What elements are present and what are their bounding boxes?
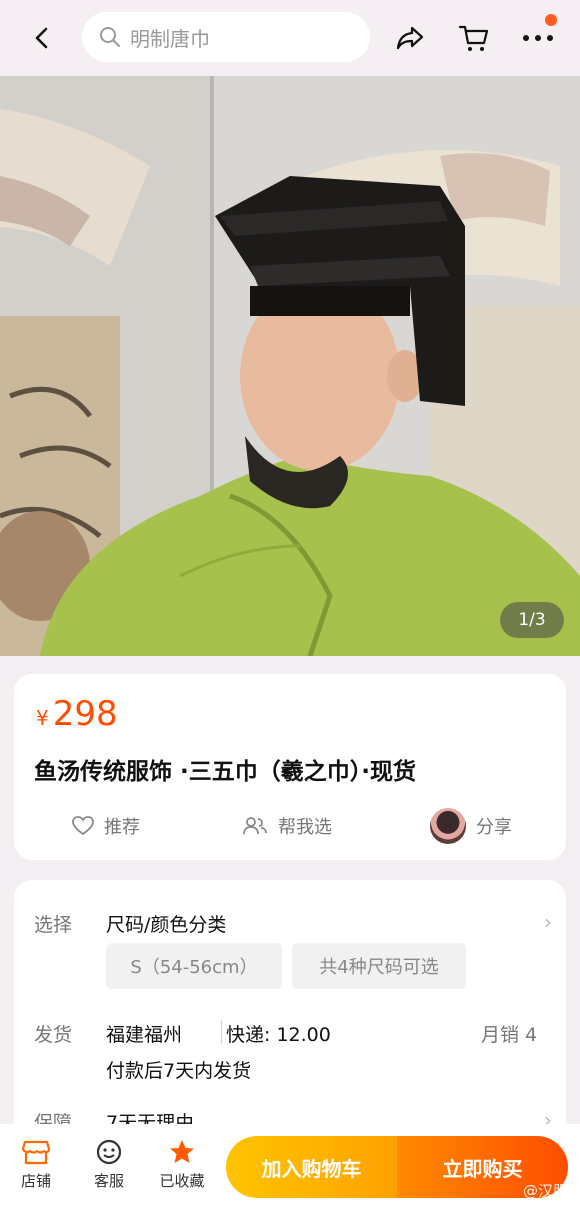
product-photo bbox=[0, 76, 580, 656]
add-to-cart-button[interactable]: 加入购物车 bbox=[226, 1136, 397, 1198]
purchase-buttons: 加入购物车 立即购买 bbox=[226, 1136, 568, 1198]
help-choose-label: 帮我选 bbox=[278, 817, 332, 838]
ship-time: 付款后7天内发货 bbox=[106, 1060, 252, 1082]
express-fee: 快递: 12.00 bbox=[226, 1024, 331, 1046]
tab-favorited[interactable]: 已收藏 bbox=[152, 1138, 212, 1191]
tab-customer-service-label: 客服 bbox=[93, 1172, 124, 1190]
product-actions: 推荐 帮我选 分享 bbox=[14, 804, 566, 848]
cart-icon bbox=[458, 25, 489, 51]
watermark: @汉服 bbox=[522, 1182, 568, 1200]
share-label: 分享 bbox=[476, 817, 512, 838]
tab-customer-service[interactable]: 客服 bbox=[79, 1138, 139, 1191]
image-counter: 1/3 bbox=[500, 602, 564, 638]
notification-dot bbox=[545, 14, 557, 26]
star-icon bbox=[170, 1140, 194, 1163]
recommend-button[interactable]: 推荐 bbox=[72, 804, 140, 848]
monthly-sales: 月销 4 bbox=[481, 1024, 538, 1046]
cart-button[interactable] bbox=[454, 18, 494, 58]
people-icon bbox=[243, 817, 267, 835]
share-product-button[interactable]: 分享 bbox=[430, 804, 512, 848]
recommend-label: 推荐 bbox=[104, 817, 140, 838]
back-button[interactable] bbox=[24, 20, 60, 56]
product-image[interactable]: 1/3 bbox=[0, 76, 580, 656]
share-button[interactable] bbox=[390, 18, 430, 58]
size-chip-s[interactable]: S（54-56cm） bbox=[106, 943, 282, 989]
options-card: 选择 尺码/颜色分类 › S（54-56cm） 共4种尺码可选 发货 福建福州 … bbox=[14, 880, 566, 1140]
size-count-chip[interactable]: 共4种尺码可选 bbox=[292, 943, 466, 989]
select-value[interactable]: 尺码/颜色分类 bbox=[106, 910, 226, 937]
bottom-bar: 店铺 客服 已收藏 加入购物车 立即购买 @汉服 bbox=[0, 1124, 580, 1211]
avatar bbox=[430, 808, 466, 844]
price-value: 298 bbox=[52, 694, 118, 734]
more-button[interactable] bbox=[516, 14, 560, 58]
select-label: 选择 bbox=[34, 914, 73, 936]
help-choose-button[interactable]: 帮我选 bbox=[242, 804, 332, 848]
divider bbox=[221, 1020, 222, 1044]
search-bar[interactable]: 明制唐巾 bbox=[82, 12, 370, 62]
product-title: 鱼汤传统服饰 ·三五巾（羲之巾）·现货 bbox=[34, 759, 416, 785]
tab-favorited-label: 已收藏 bbox=[159, 1172, 205, 1190]
currency-symbol: ¥ bbox=[36, 706, 49, 730]
more-dots-icon bbox=[523, 35, 553, 41]
heart-icon bbox=[72, 816, 94, 836]
ship-from: 福建福州 bbox=[106, 1024, 183, 1046]
search-placeholder: 明制唐巾 bbox=[130, 26, 210, 51]
search-icon bbox=[100, 27, 120, 47]
top-bar: 明制唐巾 bbox=[0, 0, 580, 76]
product-info-card: ¥ 298 鱼汤传统服饰 ·三五巾（羲之巾）·现货 推荐 帮我选 分享 bbox=[14, 674, 566, 860]
ship-label: 发货 bbox=[34, 1024, 73, 1046]
chevron-left-icon bbox=[35, 27, 48, 49]
share-icon bbox=[396, 26, 424, 50]
chat-face-icon bbox=[96, 1139, 122, 1165]
store-icon bbox=[21, 1140, 51, 1165]
chevron-right-icon[interactable]: › bbox=[544, 910, 552, 934]
price: ¥ 298 bbox=[36, 694, 118, 734]
tab-store-label: 店铺 bbox=[20, 1172, 51, 1190]
tab-store[interactable]: 店铺 bbox=[6, 1138, 66, 1191]
